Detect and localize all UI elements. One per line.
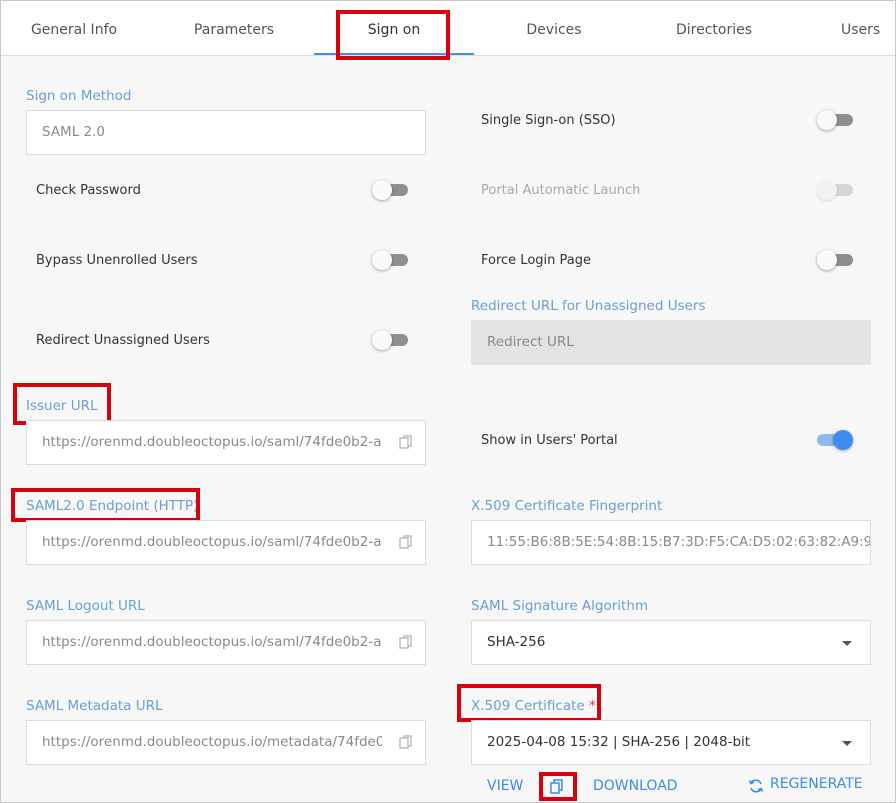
copy-icon[interactable] <box>399 635 413 650</box>
tab-sign-on[interactable]: Sign on <box>314 1 474 55</box>
show-in-portal-label: Show in Users' Portal <box>481 433 618 448</box>
redirect-url-field: Redirect URL <box>471 320 871 365</box>
metadata-url-field[interactable]: https://orenmd.doubleoctopus.io/metadata… <box>26 720 426 765</box>
redirect-url-placeholder: Redirect URL <box>487 334 574 350</box>
force-login-toggle[interactable] <box>817 250 853 270</box>
issuer-url-field[interactable]: https://orenmd.doubleoctopus.io/saml/74f… <box>26 420 426 465</box>
tab-bar: General Info Parameters Sign on Devices … <box>1 1 895 56</box>
force-login-label: Force Login Page <box>481 253 591 268</box>
bypass-unenrolled-toggle[interactable] <box>372 250 408 270</box>
chevron-down-icon <box>842 641 852 646</box>
show-in-portal-toggle[interactable] <box>817 430 853 450</box>
sso-toggle[interactable] <box>817 110 853 130</box>
copy-icon[interactable] <box>399 435 413 450</box>
portal-auto-launch-label: Portal Automatic Launch <box>481 183 641 198</box>
logout-url-value: https://orenmd.doubleoctopus.io/saml/74f… <box>42 634 382 650</box>
check-password-label: Check Password <box>36 183 141 198</box>
logout-url-field[interactable]: https://orenmd.doubleoctopus.io/saml/74f… <box>26 620 426 665</box>
required-mark: * <box>589 698 596 714</box>
issuer-url-label: Issuer URL <box>26 398 98 414</box>
saml-endpoint-field[interactable]: https://orenmd.doubleoctopus.io/saml/74f… <box>26 520 426 565</box>
tab-general-info[interactable]: General Info <box>21 1 127 55</box>
refresh-icon[interactable] <box>748 778 764 794</box>
signature-algorithm-select[interactable]: SHA-256 <box>471 620 871 665</box>
signature-algorithm-value: SHA-256 <box>487 634 546 650</box>
signature-algorithm-label: SAML Signature Algorithm <box>471 598 649 614</box>
copy-icon[interactable] <box>399 735 413 750</box>
issuer-url-value: https://orenmd.doubleoctopus.io/saml/74f… <box>42 434 382 450</box>
redirect-url-label: Redirect URL for Unassigned Users <box>471 298 706 314</box>
certificate-value: 2025-04-08 15:32 | SHA-256 | 2048-bit <box>487 734 751 750</box>
tab-directories[interactable]: Directories <box>661 1 767 55</box>
check-password-toggle[interactable] <box>372 180 408 200</box>
bypass-unenrolled-label: Bypass Unenrolled Users <box>36 253 198 268</box>
redirect-unassigned-label: Redirect Unassigned Users <box>36 333 210 348</box>
logout-url-label: SAML Logout URL <box>26 598 145 614</box>
view-button[interactable]: VIEW <box>487 778 523 794</box>
saml-endpoint-label: SAML2.0 Endpoint (HTTP) <box>26 498 199 514</box>
certificate-select[interactable]: 2025-04-08 15:32 | SHA-256 | 2048-bit <box>471 720 871 765</box>
regenerate-button[interactable]: REGENERATE <box>770 776 863 792</box>
fingerprint-value: 11:55:B6:8B:5E:54:8B:15:B7:3D:F5:CA:D5:0… <box>487 534 870 550</box>
fingerprint-label: X.509 Certificate Fingerprint <box>471 498 663 514</box>
tab-users[interactable]: Users <box>841 1 895 55</box>
saml-endpoint-value: https://orenmd.doubleoctopus.io/saml/74f… <box>42 534 382 550</box>
metadata-url-value: https://orenmd.doubleoctopus.io/metadata… <box>42 734 382 750</box>
sign-on-method-label: Sign on Method <box>26 88 132 104</box>
tab-devices[interactable]: Devices <box>501 1 607 55</box>
sso-label: Single Sign-on (SSO) <box>481 113 616 128</box>
copy-icon[interactable] <box>550 779 564 794</box>
chevron-down-icon <box>842 741 852 746</box>
portal-auto-launch-toggle <box>817 180 853 200</box>
sign-on-method-value: SAML 2.0 <box>42 124 105 140</box>
tab-parameters[interactable]: Parameters <box>181 1 287 55</box>
copy-icon[interactable] <box>399 535 413 550</box>
app-frame: General Info Parameters Sign on Devices … <box>0 0 896 803</box>
certificate-label: X.509 Certificate * <box>471 698 596 714</box>
redirect-unassigned-toggle[interactable] <box>372 330 408 350</box>
metadata-url-label: SAML Metadata URL <box>26 698 163 714</box>
download-button[interactable]: DOWNLOAD <box>593 778 678 794</box>
sign-on-method-field[interactable]: SAML 2.0 <box>26 110 426 155</box>
certificate-label-text: X.509 Certificate <box>471 698 585 714</box>
fingerprint-field[interactable]: 11:55:B6:8B:5E:54:8B:15:B7:3D:F5:CA:D5:0… <box>471 520 871 565</box>
